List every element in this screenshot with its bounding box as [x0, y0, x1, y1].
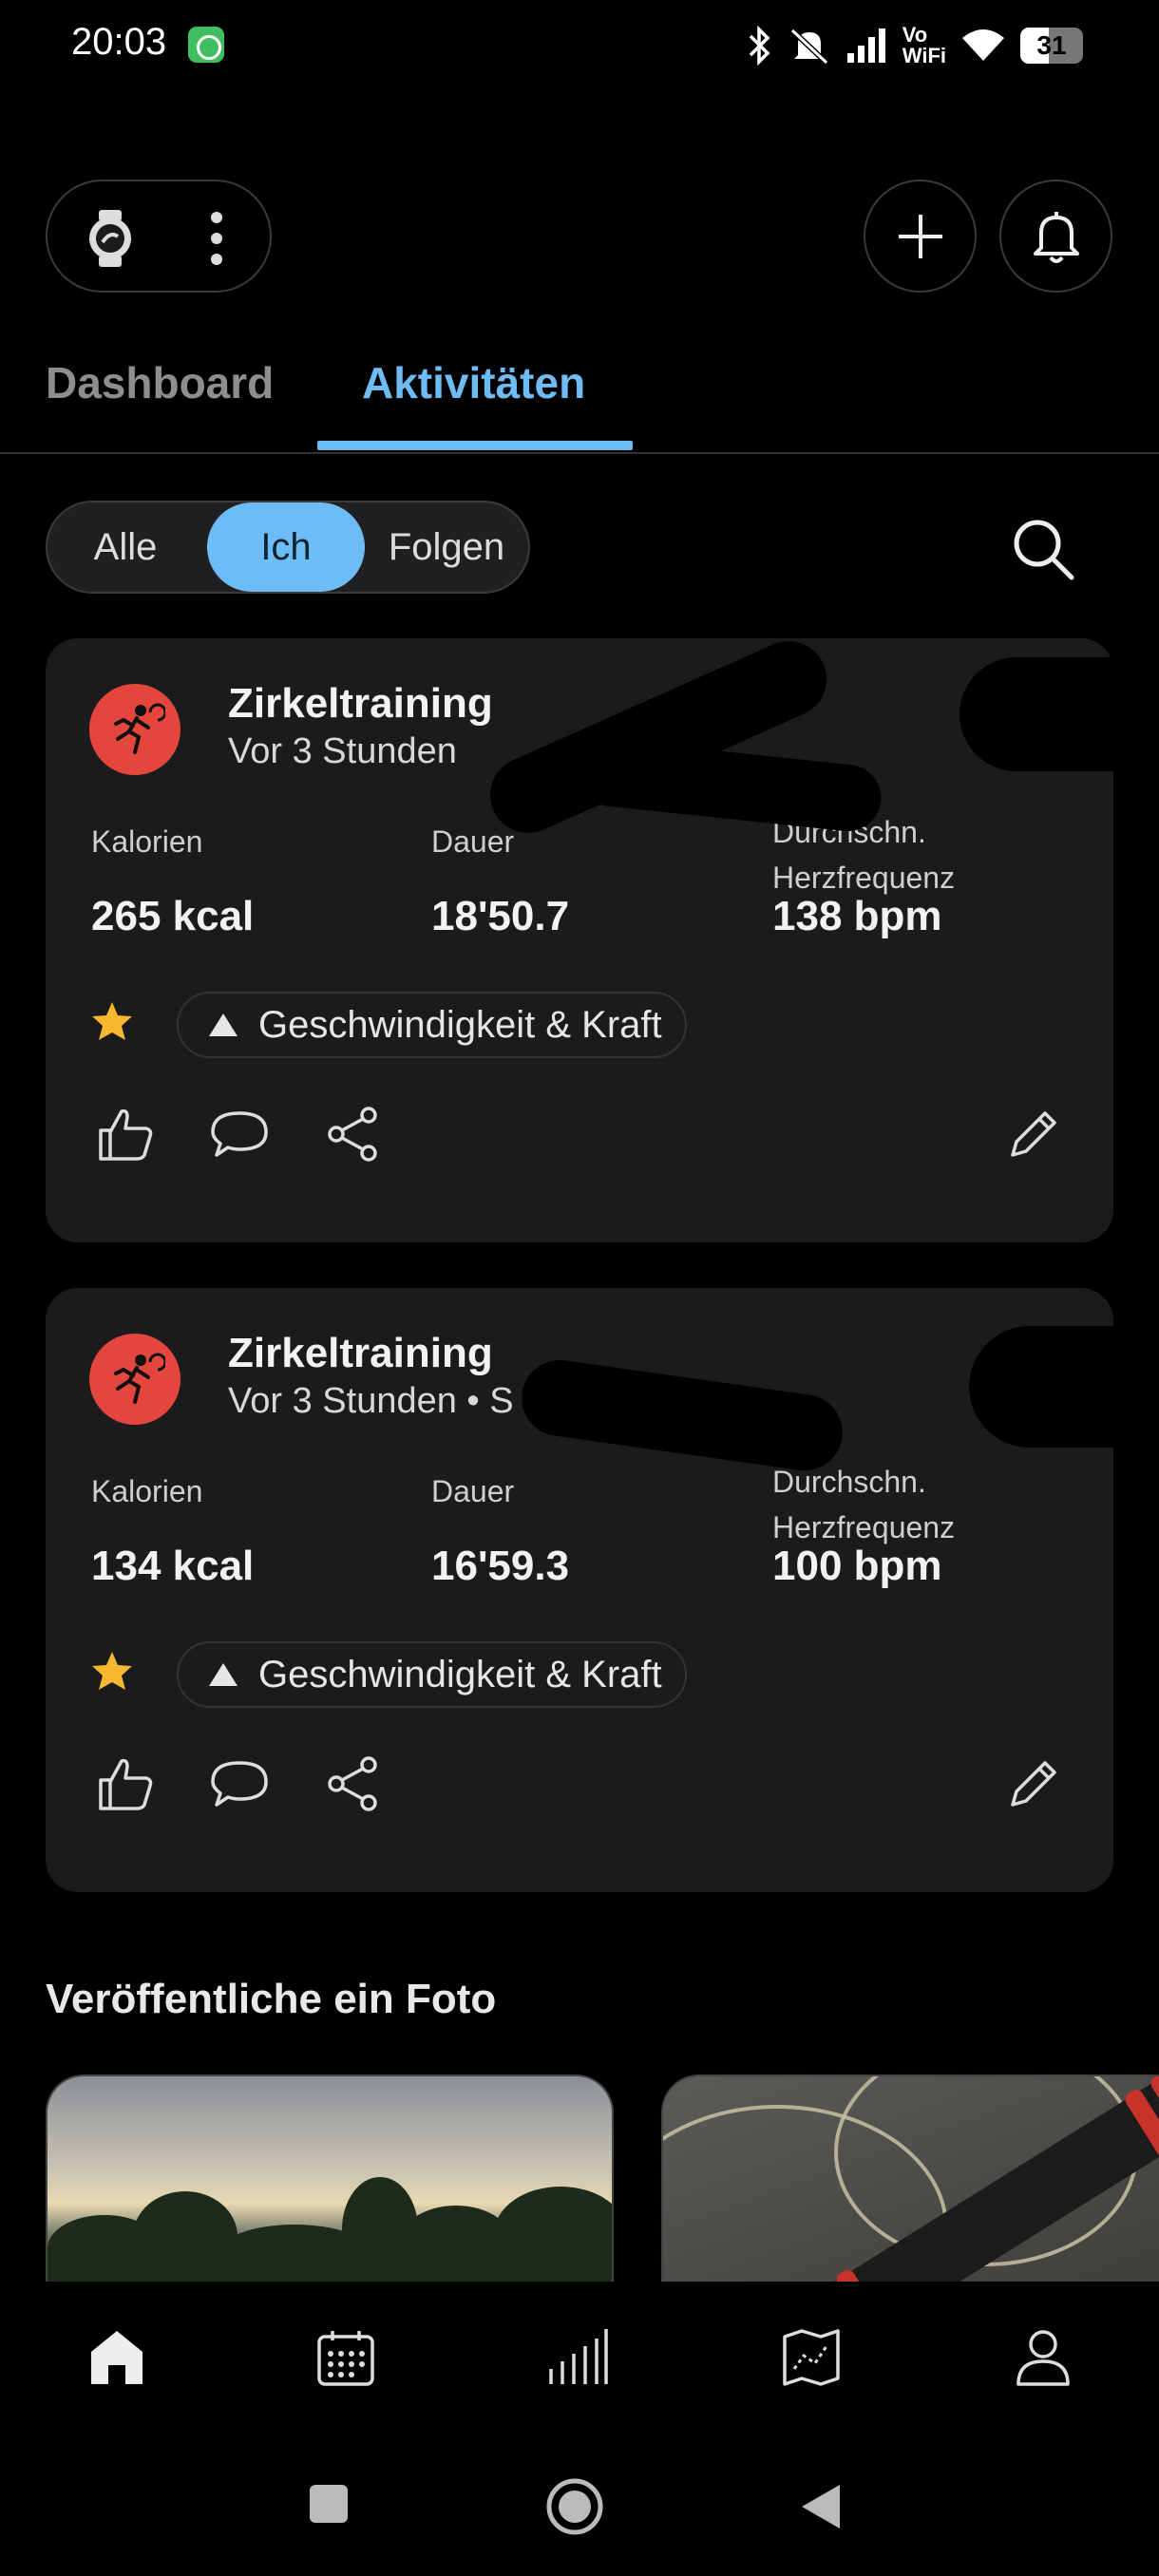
photo-section-title: Veröffentliche ein Foto: [46, 1976, 497, 2022]
redaction-mark: [969, 1326, 1113, 1448]
search-icon[interactable]: [1005, 511, 1081, 587]
activity-title: Zirkeltraining: [228, 680, 493, 727]
like-icon[interactable]: [95, 1753, 156, 1814]
signal-icon: [846, 28, 885, 63]
activity-time: Vor 3 Stunden: [228, 731, 457, 771]
photo-suggestion-sunset[interactable]: [46, 2074, 614, 2282]
triangle-up-icon: [209, 1013, 238, 1036]
wifi-icon: [962, 29, 1004, 61]
share-icon[interactable]: [323, 1753, 384, 1814]
stat-label-duration: Dauer: [431, 824, 515, 859]
redaction-mark: [960, 657, 1113, 771]
active-tab-indicator: [317, 441, 633, 450]
activity-type-icon: [89, 1334, 180, 1425]
stat-label-calories: Kalorien: [91, 824, 203, 859]
map-icon[interactable]: [781, 2327, 842, 2388]
filter-following[interactable]: Folgen: [365, 502, 528, 592]
bell-icon: [1033, 211, 1079, 263]
redaction-mark: [517, 1354, 847, 1476]
status-time: 20:03: [71, 21, 167, 63]
more-vertical-icon[interactable]: [207, 208, 226, 269]
activity-filter: Alle Ich Folgen: [46, 501, 530, 594]
watch-icon: [89, 210, 131, 267]
tab-dashboard[interactable]: Dashboard: [46, 357, 274, 408]
device-menu-pill[interactable]: [46, 180, 272, 293]
edit-icon[interactable]: [1003, 1104, 1064, 1165]
stat-value-duration: 18'50.7: [431, 893, 570, 939]
mute-icon: [789, 28, 828, 66]
circuit-training-icon: [114, 1353, 165, 1404]
activity-card[interactable]: Zirkeltraining Vor 3 Stunden Kalorien Da…: [46, 629, 1113, 1242]
battery-indicator: 31: [1020, 28, 1083, 64]
star-icon[interactable]: [89, 999, 135, 1045]
add-button[interactable]: [864, 180, 977, 293]
stat-label-duration: Dauer: [431, 1474, 515, 1508]
comment-icon[interactable]: [209, 1753, 270, 1814]
status-bar: 20:03 Vo WiFi 31: [0, 0, 1159, 91]
edit-icon[interactable]: [1003, 1753, 1064, 1814]
system-navigation: [0, 2445, 1159, 2576]
recents-icon[interactable]: [308, 2483, 350, 2525]
photo-suggestion-jump-rope[interactable]: [661, 2074, 1159, 2282]
filter-all[interactable]: Alle: [48, 502, 203, 592]
stat-value-calories: 265 kcal: [91, 893, 255, 939]
profile-icon[interactable]: [1013, 2327, 1074, 2388]
activity-card[interactable]: Zirkeltraining Vor 3 Stunden • S Kalorie…: [46, 1288, 1113, 1892]
star-icon[interactable]: [89, 1649, 135, 1695]
training-tag[interactable]: Geschwindigkeit & Kraft: [177, 992, 687, 1058]
comment-icon[interactable]: [209, 1104, 270, 1165]
triangle-up-icon: [209, 1663, 238, 1686]
training-tag-label: Geschwindigkeit & Kraft: [258, 1003, 662, 1046]
share-icon[interactable]: [323, 1104, 384, 1165]
activity-type-icon: [89, 684, 180, 775]
tab-activities[interactable]: Aktivitäten: [362, 357, 585, 408]
stats-icon[interactable]: [547, 2327, 608, 2388]
activity-title: Zirkeltraining: [228, 1330, 493, 1376]
stat-value-calories: 134 kcal: [91, 1543, 255, 1589]
like-icon[interactable]: [95, 1104, 156, 1165]
stat-value-duration: 16'59.3: [431, 1543, 570, 1589]
status-icons: Vo WiFi 31: [745, 19, 1083, 72]
stat-label-heart-rate: Durchschn. Herzfrequenz: [772, 1465, 956, 1544]
filter-me[interactable]: Ich: [207, 502, 365, 592]
activity-time: Vor 3 Stunden • S: [228, 1381, 514, 1421]
vowifi-indicator: Vo WiFi: [902, 23, 946, 67]
home-icon[interactable]: [87, 2327, 146, 2388]
home-circle-icon[interactable]: [545, 2477, 604, 2536]
bluetooth-icon: [749, 25, 770, 66]
plus-icon: [898, 214, 942, 258]
bottom-navigation: [0, 2282, 1159, 2445]
training-tag-label: Geschwindigkeit & Kraft: [258, 1653, 662, 1695]
main-tabs: Dashboard Aktivitäten: [0, 342, 1159, 454]
circuit-training-icon: [114, 703, 165, 754]
calendar-icon[interactable]: [315, 2327, 376, 2388]
stat-label-calories: Kalorien: [91, 1474, 203, 1508]
back-icon[interactable]: [800, 2483, 842, 2530]
notifications-button[interactable]: [999, 180, 1112, 293]
stat-value-heart-rate: 100 bpm: [772, 1543, 942, 1589]
stat-value-heart-rate: 138 bpm: [772, 893, 942, 939]
training-tag[interactable]: Geschwindigkeit & Kraft: [177, 1641, 687, 1708]
whatsapp-notification-icon: [188, 27, 224, 63]
